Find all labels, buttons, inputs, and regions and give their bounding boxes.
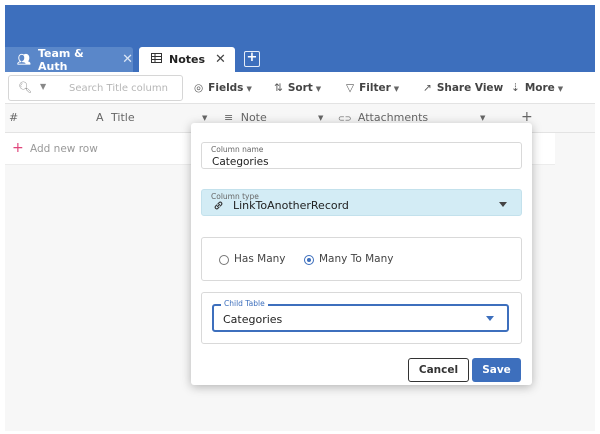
text-type-icon: A	[96, 111, 104, 124]
table-icon	[151, 53, 162, 66]
column-label: Title	[111, 111, 135, 124]
save-button[interactable]: Save	[472, 358, 521, 382]
column-name-value: Categories	[212, 156, 269, 168]
child-table-value: Categories	[223, 313, 283, 326]
sort-icon: ⇅	[274, 82, 283, 94]
filter-label: Filter	[359, 82, 391, 94]
more-button[interactable]: ⇣ More ▼	[511, 82, 563, 94]
caret-down-icon	[499, 202, 507, 207]
attachment-icon: ⊂⊃	[338, 114, 352, 123]
cancel-button[interactable]: Cancel	[408, 358, 469, 382]
caret-down-icon	[486, 316, 494, 321]
chevron-down-icon: ▼	[315, 85, 322, 93]
add-column-dialog: Column name Categories Column type LinkT…	[191, 123, 532, 385]
app-window: 👥︎ Team & Auth ✕ Notes ✕ + 🔍︎ ▼ Search T…	[5, 5, 595, 431]
share-icon: ↗	[423, 82, 432, 94]
chevron-down-icon[interactable]: ▼	[202, 114, 207, 122]
close-icon[interactable]: ✕	[215, 52, 226, 67]
team-icon: 👥︎	[17, 53, 31, 66]
fields-button[interactable]: ◎ Fields ▼	[194, 82, 252, 94]
link-icon	[213, 200, 224, 214]
column-type-value: LinkToAnotherRecord	[233, 199, 349, 212]
search-placeholder: Search Title column	[69, 83, 168, 94]
has-many-radio[interactable]	[219, 255, 229, 265]
download-icon: ⇣	[511, 82, 520, 94]
sort-button[interactable]: ⇅ Sort ▼	[274, 82, 321, 94]
chevron-down-icon: ▼	[246, 85, 252, 93]
add-tab-button[interactable]: +	[244, 51, 260, 67]
has-many-label[interactable]: Has Many	[234, 253, 286, 265]
tab-label: Notes	[169, 53, 206, 66]
row-number-header: #	[9, 111, 19, 124]
toolbar: 🔍︎ ▼ Search Title column ◎ Fields ▼ ⇅ Sort ▼…	[5, 72, 595, 104]
chevron-down-icon: ▼	[557, 85, 564, 93]
tab-label: Team & Auth	[37, 46, 84, 73]
column-name-label: Column name	[211, 145, 264, 154]
relation-type-group: Has Many Many To Many	[201, 237, 522, 281]
tab-notes[interactable]: Notes ✕	[139, 47, 235, 72]
search-icon: 🔍︎	[18, 81, 32, 94]
chevron-down-icon: ▼	[393, 85, 400, 93]
more-label: More	[524, 82, 555, 94]
many-to-many-radio[interactable]	[304, 255, 314, 265]
share-label: Share View	[436, 82, 504, 94]
child-table-section: Child Table Categories	[201, 292, 522, 344]
many-to-many-label[interactable]: Many To Many	[319, 253, 393, 265]
child-table-label: Child Table	[221, 299, 268, 308]
chevron-down-icon[interactable]: ▼	[480, 114, 485, 122]
filter-button[interactable]: ▽ Filter ▼	[346, 82, 399, 94]
chevron-down-icon[interactable]: ▼	[318, 114, 323, 122]
column-name-field[interactable]: Column name Categories	[201, 142, 522, 169]
eye-off-icon: ◎	[194, 82, 204, 94]
fields-label: Fields	[208, 82, 244, 94]
column-header-title[interactable]: A Title	[96, 111, 135, 124]
sort-label: Sort	[287, 82, 313, 94]
tab-team-auth[interactable]: 👥︎ Team & Auth ✕	[5, 46, 133, 73]
add-row-label: Add new row	[30, 143, 98, 155]
plus-icon: +	[12, 140, 24, 156]
close-icon[interactable]: ✕	[122, 52, 133, 67]
top-header: 👥︎ Team & Auth ✕ Notes ✕ +	[5, 5, 595, 73]
search-input[interactable]: 🔍︎ ▼ Search Title column	[8, 75, 183, 101]
share-view-button[interactable]: ↗ Share View	[423, 82, 503, 94]
child-table-select[interactable]: Child Table Categories	[212, 299, 509, 332]
filter-icon: ▽	[346, 82, 355, 94]
chevron-down-icon[interactable]: ▼	[40, 82, 46, 91]
column-type-select[interactable]: Column type LinkToAnotherRecord	[201, 189, 522, 216]
